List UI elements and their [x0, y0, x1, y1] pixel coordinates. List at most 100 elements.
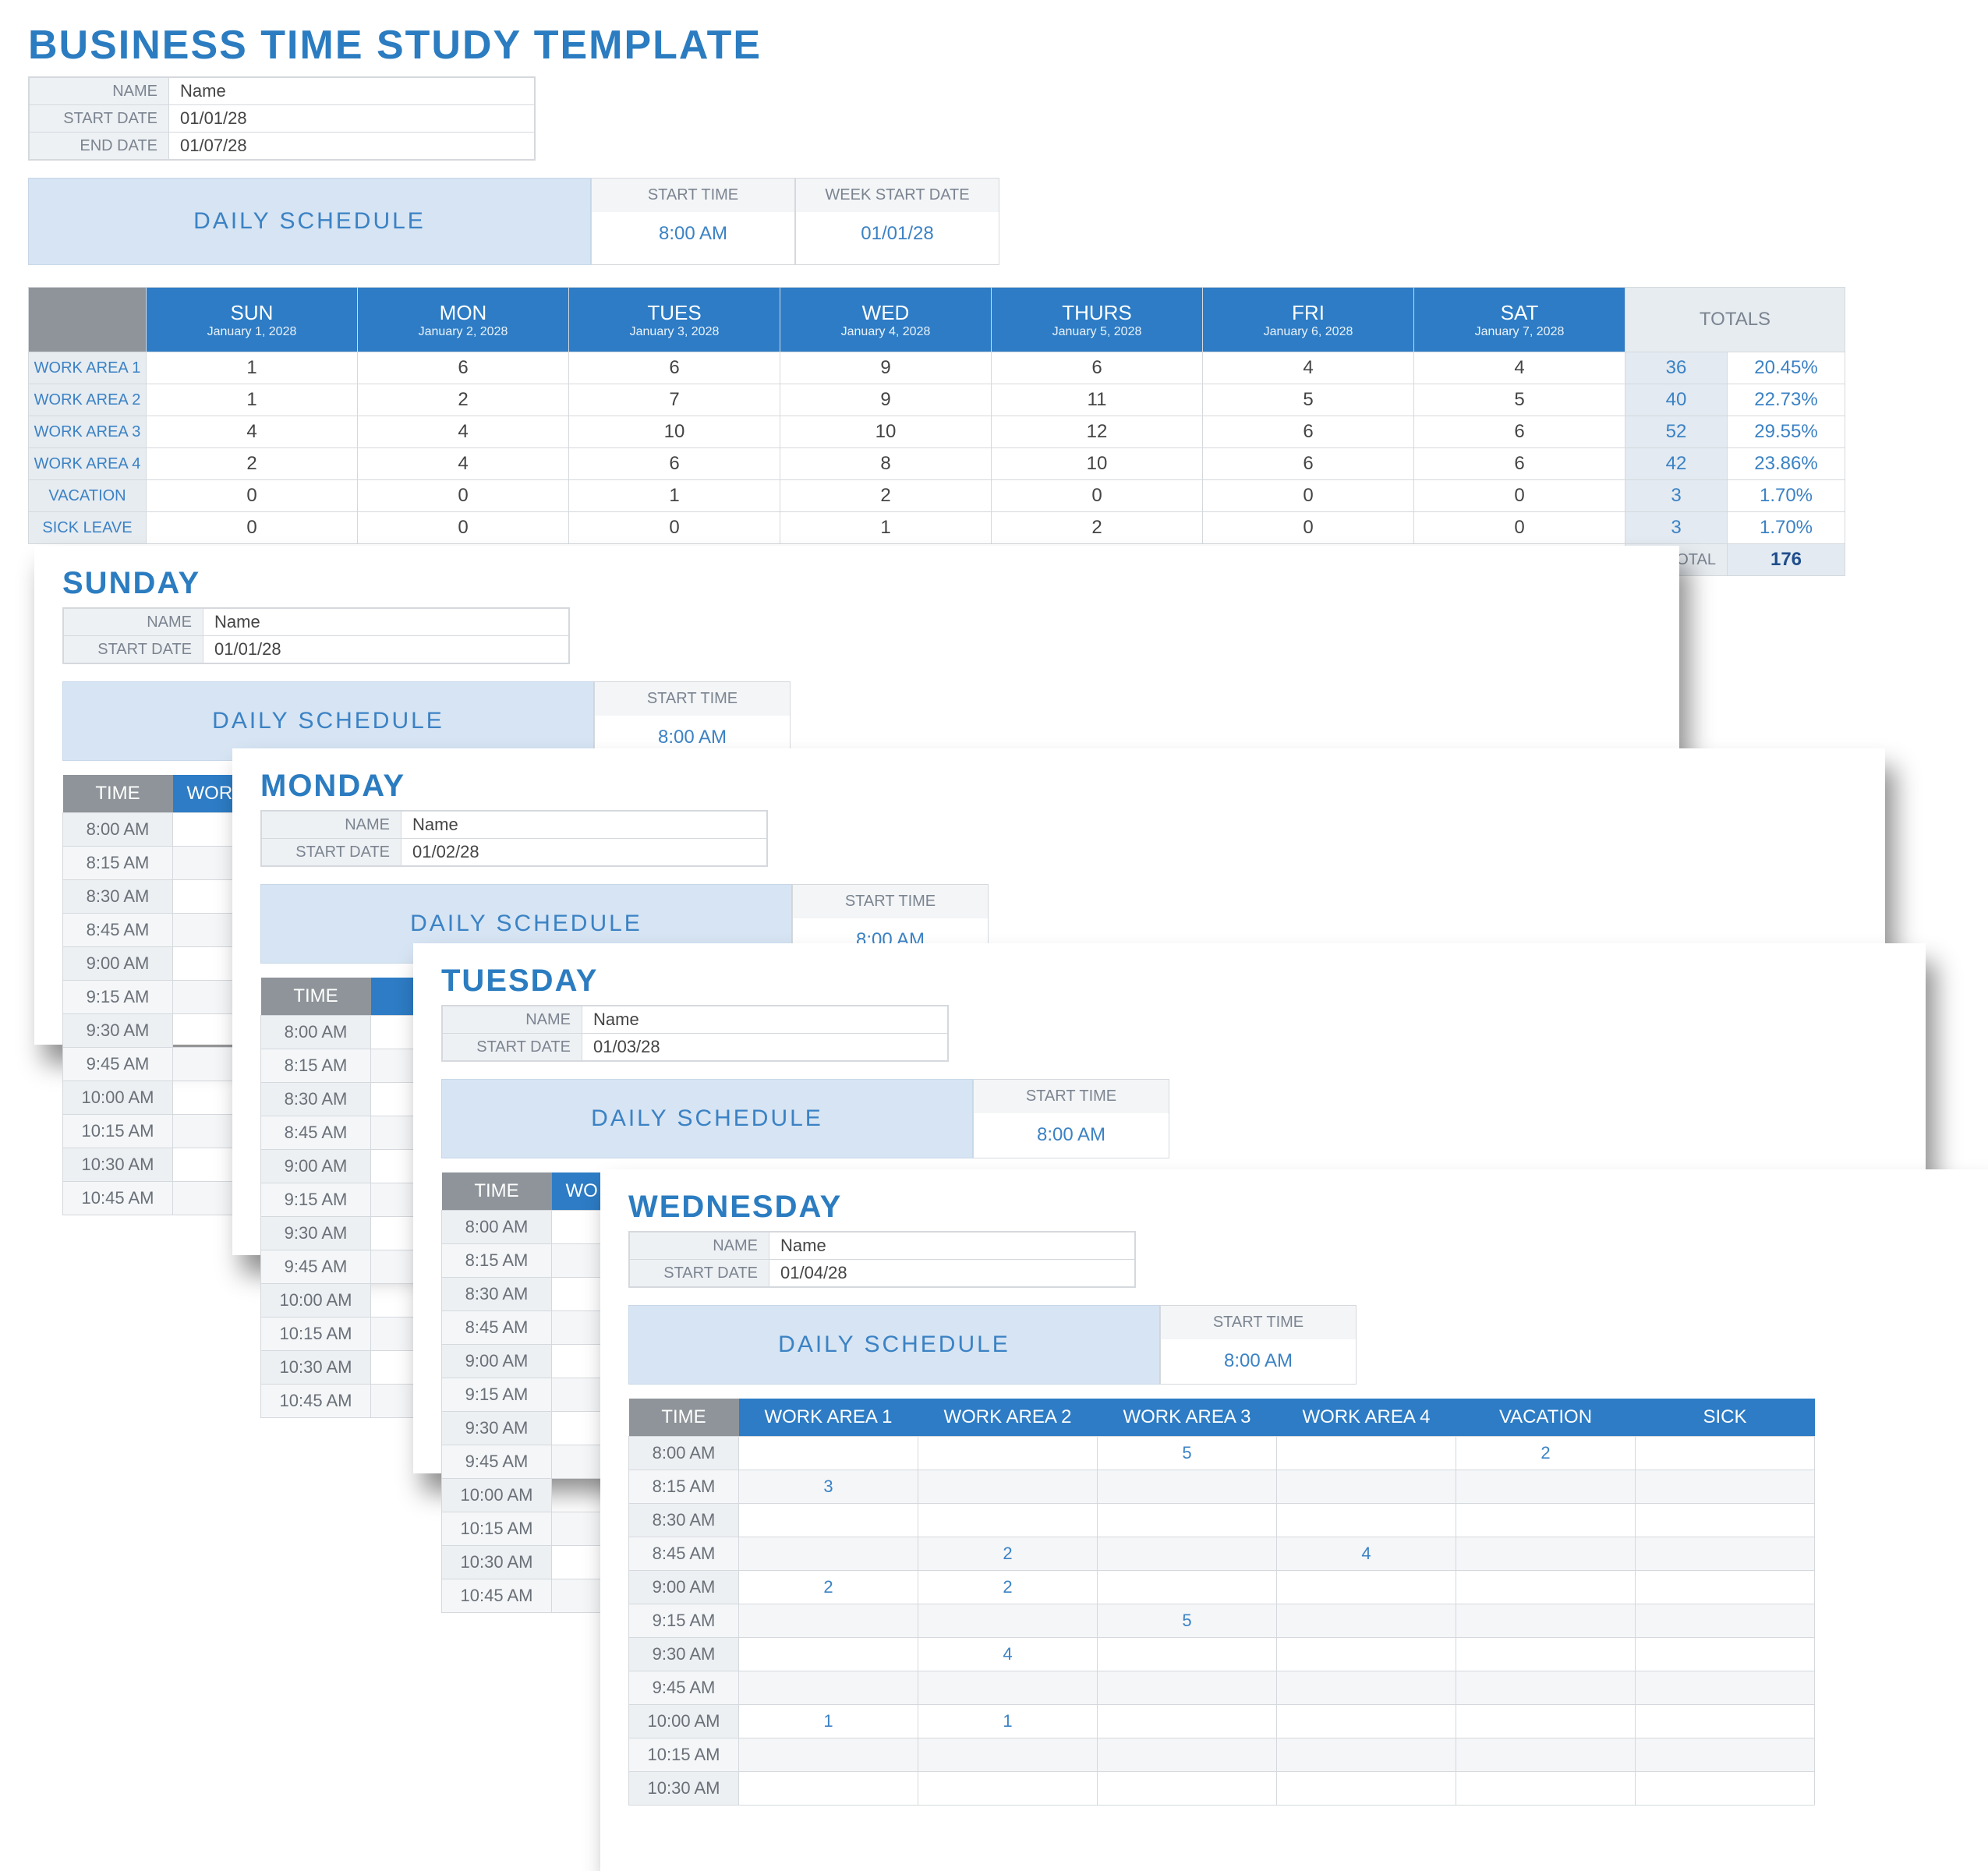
panel-name[interactable]: Name [582, 1006, 949, 1034]
panel-name[interactable]: Name [769, 1232, 1136, 1260]
time-data-cell[interactable] [1277, 1470, 1456, 1504]
data-cell[interactable]: 4 [358, 448, 569, 480]
time-data-cell[interactable] [1277, 1671, 1456, 1705]
time-data-cell[interactable] [1636, 1437, 1815, 1470]
week-start-value[interactable]: 01/01/28 [796, 212, 999, 256]
time-data-cell[interactable] [1098, 1738, 1277, 1772]
time-data-cell[interactable] [1456, 1772, 1636, 1806]
time-data-cell[interactable]: 2 [1456, 1437, 1636, 1470]
panel-start-time[interactable]: 8:00 AM [1161, 1339, 1356, 1383]
data-cell[interactable]: 6 [1414, 416, 1625, 448]
data-cell[interactable]: 12 [992, 416, 1203, 448]
time-data-cell[interactable]: 2 [739, 1571, 918, 1604]
time-data-cell[interactable] [1636, 1772, 1815, 1806]
time-data-cell[interactable] [918, 1604, 1098, 1638]
time-data-cell[interactable] [1277, 1604, 1456, 1638]
data-cell[interactable]: 0 [358, 512, 569, 544]
time-data-cell[interactable]: 5 [1098, 1437, 1277, 1470]
time-data-cell[interactable] [1277, 1437, 1456, 1470]
time-data-cell[interactable] [1456, 1537, 1636, 1571]
data-cell[interactable]: 1 [569, 480, 780, 512]
data-cell[interactable]: 11 [992, 384, 1203, 416]
data-cell[interactable]: 0 [147, 512, 358, 544]
data-cell[interactable]: 6 [1203, 416, 1414, 448]
data-cell[interactable]: 4 [1203, 352, 1414, 384]
data-cell[interactable]: 4 [147, 416, 358, 448]
data-cell[interactable]: 6 [569, 352, 780, 384]
time-data-cell[interactable] [1277, 1571, 1456, 1604]
time-data-cell[interactable] [1636, 1604, 1815, 1638]
time-data-cell[interactable] [1636, 1470, 1815, 1504]
meta-start[interactable]: 01/01/28 [169, 105, 536, 133]
data-cell[interactable]: 10 [780, 416, 992, 448]
time-data-cell[interactable] [1636, 1638, 1815, 1671]
time-data-cell[interactable]: 1 [739, 1705, 918, 1738]
data-cell[interactable]: 7 [569, 384, 780, 416]
time-data-cell[interactable] [1636, 1537, 1815, 1571]
time-data-cell[interactable] [1636, 1504, 1815, 1537]
time-data-cell[interactable] [739, 1504, 918, 1537]
panel-start[interactable]: 01/02/28 [401, 839, 768, 867]
panel-start[interactable]: 01/03/28 [582, 1034, 949, 1062]
panel-start[interactable]: 01/04/28 [769, 1260, 1136, 1288]
data-cell[interactable]: 9 [780, 384, 992, 416]
time-data-cell[interactable] [1098, 1671, 1277, 1705]
data-cell[interactable]: 2 [147, 448, 358, 480]
data-cell[interactable]: 0 [992, 480, 1203, 512]
data-cell[interactable]: 10 [992, 448, 1203, 480]
data-cell[interactable]: 0 [358, 480, 569, 512]
data-cell[interactable]: 0 [1414, 512, 1625, 544]
data-cell[interactable]: 6 [569, 448, 780, 480]
time-data-cell[interactable] [1277, 1638, 1456, 1671]
time-data-cell[interactable]: 2 [918, 1537, 1098, 1571]
panel-start-time[interactable]: 8:00 AM [974, 1113, 1169, 1157]
data-cell[interactable]: 0 [569, 512, 780, 544]
time-data-cell[interactable] [739, 1671, 918, 1705]
data-cell[interactable]: 4 [358, 416, 569, 448]
time-data-cell[interactable] [1098, 1470, 1277, 1504]
time-data-cell[interactable] [739, 1604, 918, 1638]
time-data-cell[interactable] [739, 1537, 918, 1571]
time-data-cell[interactable]: 1 [918, 1705, 1098, 1738]
data-cell[interactable]: 9 [780, 352, 992, 384]
data-cell[interactable]: 2 [358, 384, 569, 416]
time-data-cell[interactable] [1456, 1671, 1636, 1705]
data-cell[interactable]: 6 [358, 352, 569, 384]
time-data-cell[interactable] [1277, 1738, 1456, 1772]
data-cell[interactable]: 6 [1414, 448, 1625, 480]
time-data-cell[interactable] [1098, 1571, 1277, 1604]
time-data-cell[interactable] [1456, 1470, 1636, 1504]
time-data-cell[interactable] [1098, 1504, 1277, 1537]
time-data-cell[interactable] [739, 1772, 918, 1806]
time-data-cell[interactable] [1636, 1671, 1815, 1705]
data-cell[interactable]: 5 [1203, 384, 1414, 416]
time-data-cell[interactable] [1636, 1738, 1815, 1772]
data-cell[interactable]: 1 [147, 352, 358, 384]
time-data-cell[interactable] [1277, 1705, 1456, 1738]
time-data-cell[interactable]: 5 [1098, 1604, 1277, 1638]
meta-end[interactable]: 01/07/28 [169, 133, 536, 161]
data-cell[interactable]: 0 [1203, 512, 1414, 544]
time-data-cell[interactable] [1636, 1571, 1815, 1604]
time-data-cell[interactable] [739, 1437, 918, 1470]
time-data-cell[interactable] [918, 1738, 1098, 1772]
time-data-cell[interactable] [1456, 1705, 1636, 1738]
time-data-cell[interactable] [1277, 1504, 1456, 1537]
data-cell[interactable]: 0 [1203, 480, 1414, 512]
data-cell[interactable]: 6 [1203, 448, 1414, 480]
data-cell[interactable]: 8 [780, 448, 992, 480]
time-data-cell[interactable] [1098, 1537, 1277, 1571]
data-cell[interactable]: 1 [147, 384, 358, 416]
time-data-cell[interactable] [1456, 1738, 1636, 1772]
start-time-value[interactable]: 8:00 AM [592, 212, 794, 256]
time-data-cell[interactable] [918, 1470, 1098, 1504]
data-cell[interactable]: 10 [569, 416, 780, 448]
meta-name[interactable]: Name [169, 77, 536, 105]
panel-name[interactable]: Name [401, 811, 768, 839]
data-cell[interactable]: 2 [780, 480, 992, 512]
time-data-cell[interactable] [1277, 1772, 1456, 1806]
time-data-cell[interactable] [1636, 1705, 1815, 1738]
time-data-cell[interactable] [1456, 1604, 1636, 1638]
time-data-cell[interactable] [918, 1671, 1098, 1705]
data-cell[interactable]: 2 [992, 512, 1203, 544]
